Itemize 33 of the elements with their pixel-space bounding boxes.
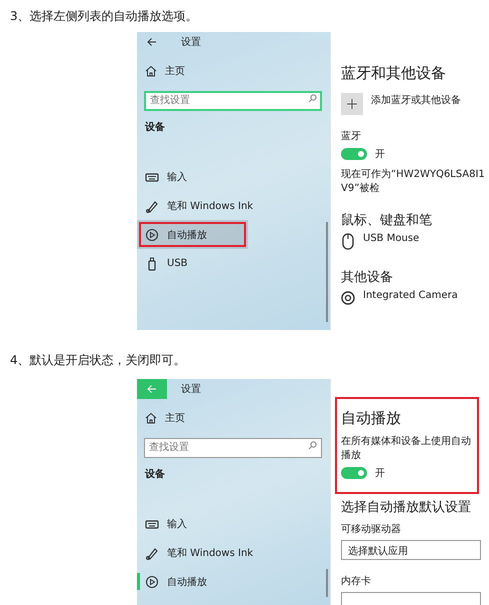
device-name[interactable]: Integrated Camera bbox=[363, 290, 458, 307]
setting-label: 可移动驱动器 bbox=[341, 523, 401, 536]
add-device-label[interactable]: 添加蓝牙或其他设备 bbox=[371, 93, 461, 107]
sidebar-item[interactable]: 输入 bbox=[137, 162, 330, 191]
step-instruction: 4、默认是开启状态，关闭即可。 bbox=[9, 352, 187, 369]
page-heading: 自动播放 bbox=[341, 409, 402, 428]
section-title: 设备 bbox=[145, 468, 166, 481]
device-name[interactable]: USB Mouse bbox=[363, 233, 420, 250]
setting-label: 内存卡 bbox=[341, 574, 371, 588]
window-title: 设置 bbox=[181, 382, 201, 396]
section-heading: 选择自动播放默认设置 bbox=[341, 499, 471, 516]
page-heading: 蓝牙和其他设备 bbox=[341, 64, 446, 83]
status-text: 现在可作为“HW2WYQ6LSA8I1V9”被检 bbox=[341, 168, 485, 195]
window-title: 设置 bbox=[181, 36, 201, 49]
home-link[interactable]: 主页 bbox=[145, 411, 330, 425]
toggle-state: 开 bbox=[375, 467, 385, 480]
sidebar-item[interactable]: USB bbox=[137, 249, 330, 278]
step-instruction: 3、选择左侧列表的自动播放选项。 bbox=[9, 8, 199, 25]
section-title: 设备 bbox=[145, 120, 166, 134]
sidebar-item[interactable]: 笔和 Windows Ink bbox=[137, 538, 330, 567]
home-link[interactable]: 主页 bbox=[145, 64, 330, 78]
setting-label: 蓝牙 bbox=[341, 130, 361, 143]
sidebar-item[interactable]: 自动播放 bbox=[137, 220, 248, 249]
section-heading: 其他设备 bbox=[341, 269, 393, 286]
sidebar-item[interactable]: 输入 bbox=[137, 509, 330, 538]
sidebar-item[interactable]: 笔和 Windows Ink bbox=[137, 191, 330, 220]
search-field[interactable]: 查找设置 bbox=[144, 90, 322, 110]
toggle-state: 开 bbox=[375, 148, 385, 161]
sidebar-item[interactable]: 自动播放 bbox=[137, 567, 330, 596]
app-dropdown[interactable]: 选择默认应用 bbox=[341, 540, 481, 560]
section-heading: 鼠标、键盘和笔 bbox=[341, 212, 432, 229]
search-field[interactable]: 查找设置 bbox=[144, 438, 322, 458]
setting-label: 在所有媒体和设备上使用自动播放 bbox=[341, 434, 471, 462]
